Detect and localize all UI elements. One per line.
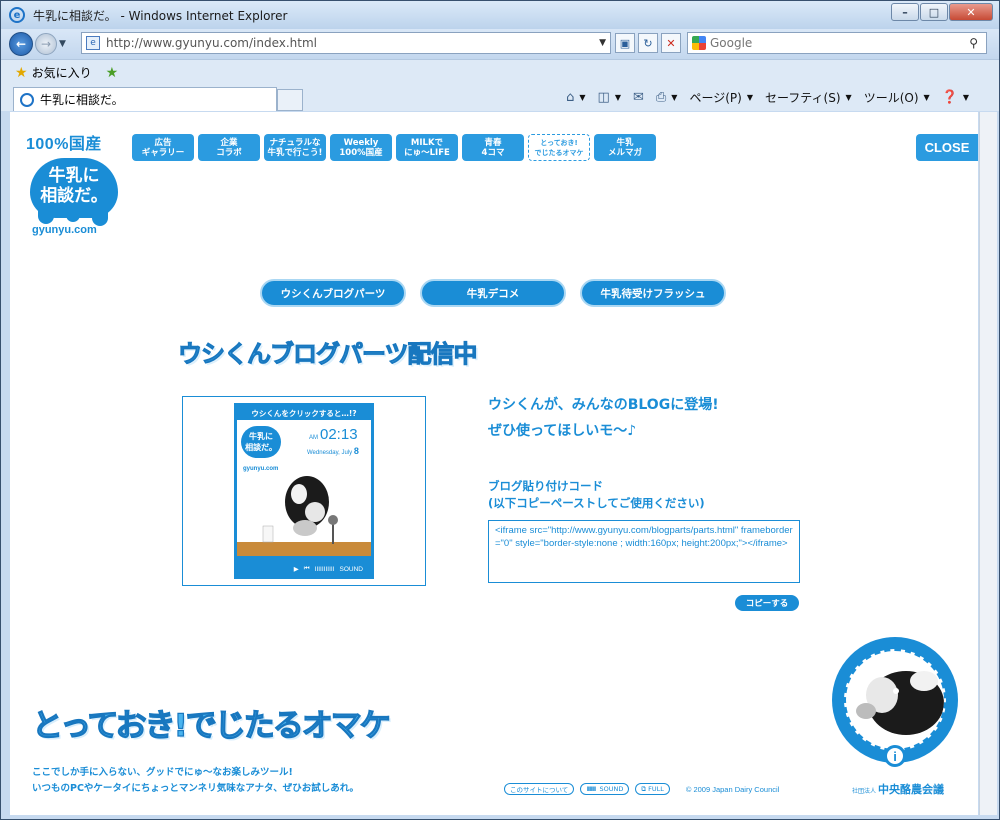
favorites-bar: ★ お気に入り ★ — [1, 59, 999, 85]
google-icon — [692, 36, 706, 50]
refresh-icon[interactable]: ↻ — [638, 33, 658, 53]
cow-illustration[interactable] — [237, 472, 371, 564]
help-icon: ❓ — [941, 90, 958, 105]
address-dropdown-icon[interactable]: ▼ — [599, 38, 606, 48]
help-button[interactable]: ❓ ▼ — [942, 90, 969, 105]
footer-links: このサイトについて IIIIIIIIII SOUND ⧉ FULL © 2009 … — [504, 783, 779, 795]
tools-menu[interactable]: ツール(O) ▼ — [864, 89, 930, 106]
widget-date: Wednesday, July 8 — [307, 446, 359, 456]
address-bar[interactable]: e http://www.gyunyu.com/index.html ▼ — [81, 32, 611, 54]
new-tab-button[interactable] — [277, 89, 303, 111]
forward-button[interactable]: → — [35, 33, 57, 55]
nav-ad-gallery[interactable]: 広告 ギャラリー — [132, 134, 194, 161]
address-url[interactable]: http://www.gyunyu.com/index.html — [106, 36, 317, 50]
tab-blog-parts[interactable]: ウシくんブログパーツ — [260, 279, 406, 307]
embed-code-textarea[interactable]: <iframe src="http://www.gyunyu.com/blogp… — [488, 520, 800, 583]
maximize-button[interactable]: □ — [920, 3, 948, 21]
widget-clock: AM 02:13 — [309, 426, 358, 443]
widget-controls: ▶ ⏮ IIIIIIIIIII SOUND — [237, 562, 371, 576]
search-box[interactable]: ⚲ — [687, 32, 987, 54]
nav-collab[interactable]: 企業 コラボ — [198, 134, 260, 161]
mail-icon: ✉ — [632, 90, 644, 105]
copy-button[interactable]: コピーする — [735, 595, 799, 611]
tab-wallpaper-flash[interactable]: 牛乳待受けフラッシュ — [580, 279, 726, 307]
window-title: 牛乳に相談だ。 - Windows Internet Explorer — [33, 8, 288, 23]
widget-header: ウシくんをクリックすると…!? — [237, 406, 371, 420]
skip-back-icon[interactable]: ⏮ — [304, 565, 310, 573]
fullscreen-toggle[interactable]: ⧉ FULL — [635, 783, 670, 795]
nav-seishun[interactable]: 青春 4コマ — [462, 134, 524, 161]
nav-digital-omake[interactable]: とっておき! でじたるオマケ — [528, 134, 590, 161]
tab-title: 牛乳に相談だ。 — [40, 93, 124, 107]
compatibility-view-icon[interactable]: ▣ — [615, 33, 635, 53]
ie-icon: e — [9, 7, 25, 23]
back-button[interactable]: ← — [9, 32, 33, 56]
print-icon: ⎙ — [655, 90, 667, 105]
vertical-scrollbar[interactable] — [979, 112, 997, 815]
favorites-star-icon[interactable]: ★ — [15, 65, 28, 81]
content-tabs: ウシくんブログパーツ 牛乳デコメ 牛乳待受けフラッシュ — [260, 279, 740, 307]
section-headline: ウシくんブログパーツ配信中 — [178, 340, 479, 369]
nav-mailmag[interactable]: 牛乳 メルマガ — [594, 134, 656, 161]
ie-tab-icon — [20, 92, 34, 107]
sound-toggle[interactable]: IIIIIIIIII SOUND — [580, 783, 630, 795]
logo-drip — [66, 210, 80, 222]
feeds-button[interactable]: ◫ ▼ — [598, 90, 621, 105]
window-controls: – □ ✕ — [890, 3, 993, 21]
volume-bars[interactable]: IIIIIIIIIII — [315, 566, 335, 573]
favorites-button[interactable]: お気に入り — [32, 64, 92, 81]
about-site-link[interactable]: このサイトについて — [504, 783, 575, 795]
history-dropdown-icon[interactable]: ▼ — [59, 39, 71, 49]
tab-bar: 牛乳に相談だ。 ⌂ ▼ ◫ ▼ ✉ ⎙ ▼ ページ(P) ▼ セーフティ(S) ▼ ツール… — [1, 85, 999, 111]
browser-window: e 牛乳に相談だ。 - Windows Internet Explorer – … — [0, 0, 1000, 820]
search-icon[interactable]: ⚲ — [969, 36, 978, 50]
add-favorite-icon[interactable]: ★ — [106, 65, 119, 81]
search-input[interactable] — [710, 36, 950, 50]
info-icon[interactable]: i — [884, 745, 906, 767]
stop-icon[interactable]: ✕ — [661, 33, 681, 53]
page-content: 100%国産 牛乳に 相談だ。 gyunyu.com 広告 ギャラリー 企業 コラボ… — [10, 112, 978, 815]
command-bar: ⌂ ▼ ◫ ▼ ✉ ⎙ ▼ ページ(P) ▼ セーフティ(S) ▼ ツール(O) ▼ ❓ ▼ — [554, 89, 969, 106]
address-tools: ▣ ↻ ✕ — [615, 33, 684, 53]
print-button[interactable]: ⎙ ▼ — [656, 90, 678, 105]
cow-badge[interactable]: i — [832, 637, 958, 767]
home-button[interactable]: ⌂ ▼ — [566, 90, 585, 105]
brand-tagline: 100%国産 — [26, 136, 102, 153]
page-icon: e — [86, 36, 100, 50]
safety-menu[interactable]: セーフティ(S) ▼ — [765, 89, 852, 106]
logo-drip — [38, 208, 54, 224]
site-nav: 広告 ギャラリー 企業 コラボ ナチュラルな 牛乳で行こう! Weekly 100%国産… — [132, 134, 660, 161]
council-logo[interactable]: 社団法人 中央酪農会議 — [852, 781, 944, 797]
cow-face-icon — [856, 671, 944, 735]
cow-photo — [844, 649, 946, 751]
navigation-bar: ← → ▼ e http://www.gyunyu.com/index.html… — [1, 29, 999, 59]
blog-widget[interactable]: ウシくんをクリックすると…!? 牛乳に 相談だ。 gyunyu.com AM 02… — [234, 403, 374, 579]
close-button[interactable]: CLOSE — [916, 134, 978, 161]
home-icon: ⌂ — [566, 90, 575, 105]
nav-natural[interactable]: ナチュラルな 牛乳で行こう! — [264, 134, 326, 161]
code-label: ブログ貼り付けコード (以下コピーペーストしてご使用ください) — [488, 479, 705, 510]
promo-text: ウシくんが、みんなのBLOGに登場! ぜひ使ってほしいモ〜♪ — [488, 397, 719, 439]
blog-parts-preview: ウシくんをクリックすると…!? 牛乳に 相談だ。 gyunyu.com AM 02… — [182, 396, 426, 586]
logo-url: gyunyu.com — [32, 224, 97, 236]
fullscreen-icon: ⧉ — [641, 784, 649, 793]
rss-icon: ◫ — [597, 90, 610, 105]
nav-milk-life[interactable]: MILKで にゅ〜LIFE — [396, 134, 458, 161]
omake-title: とっておき!でじたるオマケ — [31, 707, 391, 744]
tab-gyunyu[interactable]: 牛乳に相談だ。 — [13, 87, 277, 111]
widget-logo: 牛乳に 相談だ。 — [241, 426, 281, 458]
nav-weekly[interactable]: Weekly 100%国産 — [330, 134, 392, 161]
close-window-button[interactable]: ✕ — [949, 3, 993, 21]
sound-label[interactable]: SOUND — [340, 566, 363, 573]
minimize-button[interactable]: – — [891, 3, 919, 21]
page-menu[interactable]: ページ(P) ▼ — [689, 89, 753, 106]
omake-tagline: ここでしか手に入らない、グッドでにゅ〜なお楽しみツール! いつものPCやケータイ… — [32, 767, 359, 794]
play-icon[interactable]: ▶ — [294, 565, 299, 573]
title-bar: e 牛乳に相談だ。 - Windows Internet Explorer – … — [1, 1, 999, 29]
logo-text: 牛乳に 相談だ。 — [40, 166, 108, 206]
mail-button[interactable]: ✉ — [633, 90, 644, 105]
copyright: © 2009 Japan Dairy Council — [685, 784, 780, 794]
tab-deco-mail[interactable]: 牛乳デコメ — [420, 279, 566, 307]
